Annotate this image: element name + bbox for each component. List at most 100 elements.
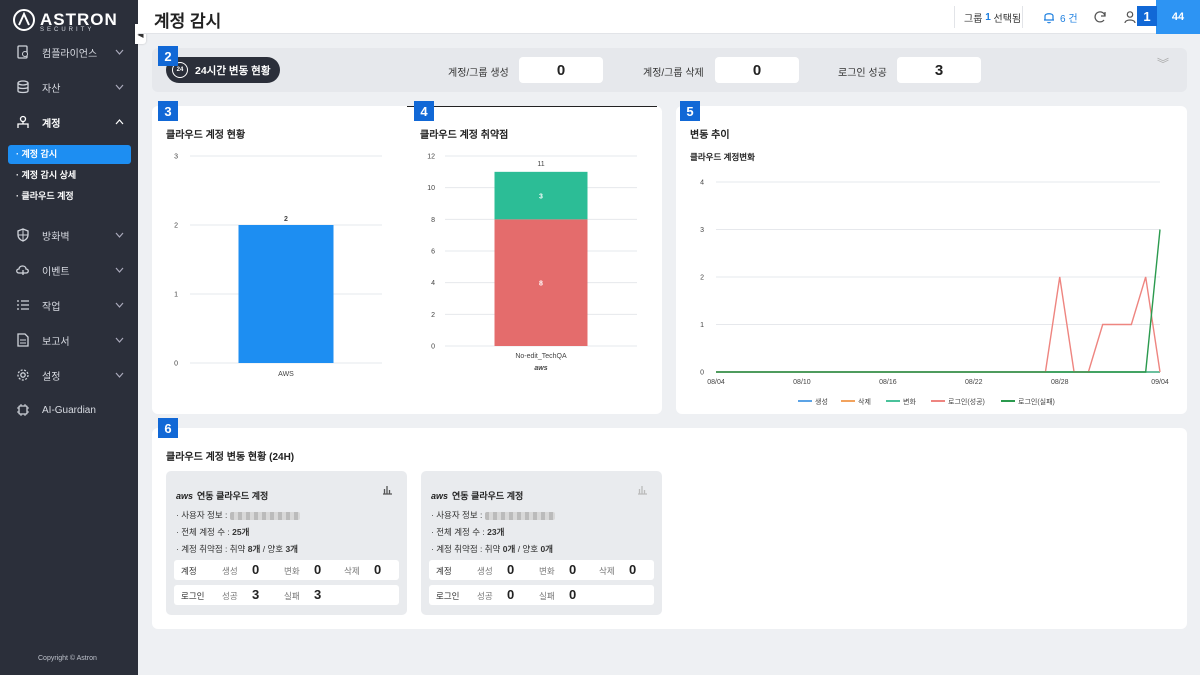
create-value: 0 [252,562,260,577]
sidebar-item-event[interactable]: 이벤트 [0,253,138,287]
group-suffix: 선택됨 [993,13,1022,25]
annotation-tag-6: 6 [158,418,178,438]
annotation-tag-1: 1 [1137,6,1157,26]
sidebar-item-settings[interactable]: 설정 [0,358,138,392]
trend-panel: 변동 추이 클라우드 계정변화 0 1 2 3 4 08/04 08/10 08/16 08/2… [676,106,1187,414]
trend-subtitle: 클라우드 계정변화 [690,152,755,162]
acct-label: 계정 [181,566,197,576]
sidebar-subitem-account-monitor-detail[interactable]: · 계정 감시 상세 [8,166,131,185]
x-tick-label: No-edit_TechQA [515,353,567,360]
sidebar-item-account[interactable]: 계정 [0,105,138,139]
sidebar-subitem-account-monitor[interactable]: · 계정 감시 [8,145,131,164]
total-accounts-row: · 전체 계정 수 : 25개 [176,526,249,538]
create-label: 생성 [222,566,238,576]
changes-title: 클라우드 계정 변동 현황 (24H) [166,452,295,463]
delete-value: 0 [629,562,637,577]
sidebar-item-label: AI-Guardian [42,404,96,416]
sidebar-item-firewall[interactable]: 방화벽 [0,218,138,252]
aws-logo: aws [431,490,449,501]
y-tick-label: 6 [431,249,435,256]
x-tick-label: 08/22 [965,379,983,386]
bar-chart-icon[interactable] [637,485,648,498]
user-info-label: · 사용자 정보 : [431,510,483,520]
stat-label-delete: 계정/그룹 삭제 [643,68,704,79]
sidebar: ASTRON SECURITY 컴플라이언스 자산 계정 · 계정 감시 · 계… [0,0,138,675]
x-tick-label: 09/04 [1151,379,1169,386]
group-selector[interactable]: 그룹 1 선택됨 [964,0,1021,34]
delete-label: 삭제 [599,566,615,576]
segment-value-label: 3 [539,194,543,201]
cloud-account-card: aws 연동 클라우드 계정 · 사용자 정보 : · 전체 계정 수 : 23개… [421,471,662,615]
chip-icon [17,404,29,416]
bar-value-label: 2 [284,216,288,223]
stat-value-delete: 0 [715,57,799,83]
y-tick-label: 4 [700,180,704,187]
chevron-down-icon [115,300,124,311]
legend-label: 생성 [815,397,828,406]
change-value: 0 [314,562,322,577]
document-lock-icon [17,45,28,59]
card-title: aws 연동 클라우드 계정 [431,489,523,502]
annotation-tag-5: 5 [680,101,700,121]
change-value: 0 [569,562,577,577]
annotation-tag-2: 2 [158,46,178,66]
refresh-button[interactable] [1093,0,1107,34]
cloud-status-title: 클라우드 계정 현황 [166,130,246,141]
divider [1022,6,1023,28]
legend-label: 삭제 [858,397,871,406]
good-value: 0개 [540,544,554,554]
sidebar-item-task[interactable]: 작업 [0,288,138,322]
sidebar-item-label: 컴플라이언스 [42,48,98,60]
login-label: 로그인 [436,591,460,601]
double-chevron-down-icon: ︾ [1156,57,1169,71]
report-icon [17,333,29,347]
total-label: · 전체 계정 수 : [431,527,485,537]
y-tick-label: 12 [427,154,435,161]
vuln-value: 8개 [247,544,261,554]
y-tick-label: 3 [174,154,178,161]
divider [407,106,657,107]
create-value: 0 [507,562,515,577]
login-stats-row: 로그인 성공 0 실패 0 [429,585,654,605]
fail-label: 실패 [284,591,300,601]
aws-logo: aws [176,490,194,501]
summary-badge: 24 24시간 변동 현황 [166,57,280,83]
user-network-icon [17,115,29,128]
login-stats-row: 로그인 성공 3 실패 3 [174,585,399,605]
sidebar-subitem-cloud-account[interactable]: · 클라우드 계정 [8,187,131,206]
success-value: 0 [507,587,515,602]
expand-button[interactable]: ︾ [1156,57,1169,71]
x-tick-label: AWS [278,371,294,378]
fail-label: 실패 [539,591,555,601]
sidebar-item-label: 방화벽 [42,231,70,243]
chevron-down-icon [115,335,124,346]
sidebar-item-report[interactable]: 보고서 [0,323,138,357]
chevron-down-icon [115,82,124,93]
masked-user-info [229,511,300,520]
chevron-down-icon [115,265,124,276]
sidebar-item-compliance[interactable]: 컴플라이언스 [0,35,138,69]
success-value: 3 [252,587,260,602]
user-button[interactable] [1123,0,1137,34]
bar-chart-icon[interactable] [382,485,393,498]
y-tick-label: 2 [431,312,435,319]
user-icon [1124,11,1136,24]
x-tick-label: 08/10 [793,379,811,386]
acct-label: 계정 [436,566,452,576]
cloud-status-chart: 0 1 2 3 2 AWS [174,154,382,378]
legend-label: 로그인(성공) [948,397,985,406]
y-tick-label: 3 [700,227,704,234]
sidebar-item-label: 설정 [42,371,61,383]
database-icon [17,80,29,94]
user-badge[interactable]: 44 [1156,0,1200,34]
trend-chart: 0 1 2 3 4 08/04 08/10 08/16 08/22 08/28 09/04 생성 삭제 변… [700,180,1169,407]
stat-value-login-success: 3 [897,57,981,83]
y-tick-label: 1 [174,292,178,299]
notification-button[interactable]: 6 건 [1042,0,1078,34]
logo[interactable]: ASTRON SECURITY [12,8,118,33]
sidebar-item-assets[interactable]: 자산 [0,70,138,104]
sidebar-item-ai-guardian[interactable]: AI-Guardian [0,393,138,427]
total-accounts-row: · 전체 계정 수 : 23개 [431,526,504,538]
chevron-up-icon [115,117,124,128]
sidebar-item-label: 자산 [42,83,61,95]
